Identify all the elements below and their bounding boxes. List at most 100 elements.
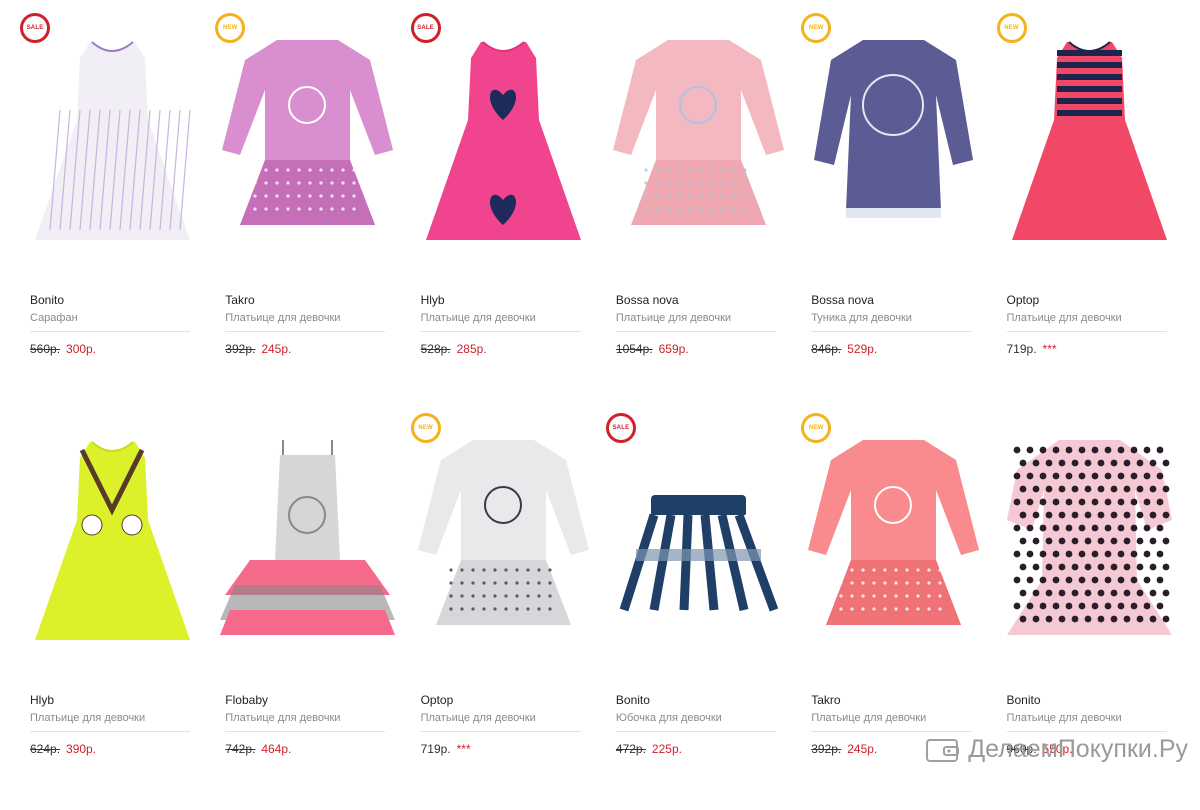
product-subtitle: Платьице для девочки bbox=[615, 311, 776, 332]
product-card[interactable]: Hlyb Платьице для девочки 624р. 390р. bbox=[20, 410, 205, 756]
product-image[interactable]: NEW bbox=[410, 410, 596, 675]
product-image[interactable] bbox=[215, 410, 400, 675]
price: 719р. bbox=[1006, 342, 1037, 356]
product-brand[interactable]: Hlyb bbox=[421, 293, 581, 307]
garment-illustration bbox=[814, 40, 974, 218]
sale-price: 659р. bbox=[658, 342, 689, 356]
old-price: 1054р. bbox=[615, 342, 653, 356]
product-image[interactable]: NEW bbox=[801, 410, 986, 675]
product-prices: 719р. *** bbox=[1007, 342, 1167, 356]
garment-illustration bbox=[612, 40, 784, 225]
product-info: Hlyb Платьице для девочки 528р. 285р. bbox=[420, 293, 581, 356]
product-image[interactable]: NEW bbox=[215, 10, 400, 275]
garment-illustration bbox=[1006, 440, 1172, 635]
new-badge: NEW bbox=[801, 13, 832, 43]
product-image[interactable]: SALE bbox=[20, 10, 205, 275]
product-info: Bossa nova Платьице для девочки 1054р. 659р… bbox=[615, 293, 776, 356]
product-prices: 392р. 245р. bbox=[225, 342, 385, 356]
price-stars: *** bbox=[1042, 342, 1057, 356]
product-subtitle: Платьице для девочки bbox=[225, 311, 386, 332]
product-prices: 528р. 285р. bbox=[421, 342, 581, 356]
new-badge: NEW bbox=[410, 413, 441, 443]
product-card[interactable]: Flobaby Платьице для девочки 742р. 464р. bbox=[215, 410, 400, 756]
garment-illustration bbox=[1011, 41, 1167, 240]
product-prices: 1054р. 659р. bbox=[616, 342, 776, 356]
product-info: Optop Платьице для девочки 719р. *** bbox=[1006, 293, 1167, 356]
new-badge: NEW bbox=[996, 13, 1027, 43]
product-image[interactable]: SALE bbox=[605, 410, 791, 675]
product-brand[interactable]: Bonito bbox=[1007, 693, 1167, 707]
product-prices: 560р. 300р. bbox=[30, 342, 190, 356]
sale-price: 245р. bbox=[847, 742, 878, 756]
old-price: 528р. bbox=[420, 342, 451, 356]
product-card[interactable]: Bonito Платьице для девочки 960р. 550р. bbox=[997, 410, 1182, 756]
sale-price: 300р. bbox=[66, 342, 97, 356]
product-prices: 742р. 464р. bbox=[225, 742, 385, 756]
product-row: SALE Bonito Сарафан 560р. 300р. NEW Takro Плать… bbox=[20, 10, 1195, 410]
product-brand[interactable]: Hlyb bbox=[30, 693, 190, 707]
product-subtitle: Платьице для девочки bbox=[811, 711, 972, 732]
sale-badge: SALE bbox=[20, 13, 50, 43]
product-info: Bonito Сарафан 560р. 300р. bbox=[30, 293, 190, 356]
product-info: Hlyb Платьице для девочки 624р. 390р. bbox=[30, 693, 190, 756]
product-brand[interactable]: Bonito bbox=[30, 293, 190, 307]
product-card[interactable]: SALE Bonito Сарафан 560р. 300р. bbox=[20, 10, 205, 356]
product-image[interactable] bbox=[997, 410, 1182, 675]
product-card[interactable]: NEW Bossa nova Туника для девочки 846р. 529р… bbox=[801, 10, 986, 356]
product-card[interactable]: SALE Hlyb Платьице для девочки 528р. 285р. bbox=[410, 10, 596, 356]
product-image[interactable]: NEW bbox=[801, 10, 986, 275]
product-brand[interactable]: Takro bbox=[225, 293, 385, 307]
product-image[interactable]: NEW bbox=[996, 10, 1182, 275]
product-brand[interactable]: Takro bbox=[811, 693, 971, 707]
product-info: Flobaby Платьице для девочки 742р. 464р. bbox=[225, 693, 386, 756]
garment-illustration bbox=[808, 440, 980, 625]
product-image[interactable]: SALE bbox=[410, 10, 596, 275]
old-price: 392р. bbox=[225, 342, 256, 356]
product-prices: 719р. *** bbox=[421, 742, 581, 756]
product-grid: SALE Bonito Сарафан 560р. 300р. NEW Takro Плать… bbox=[20, 10, 1195, 810]
garment-illustration bbox=[35, 41, 191, 240]
sale-badge: SALE bbox=[410, 13, 441, 43]
old-price: 392р. bbox=[811, 742, 842, 756]
product-card[interactable]: NEW Optop Платьице для девочки 719р. *** bbox=[410, 410, 596, 756]
product-image[interactable] bbox=[20, 410, 205, 675]
product-card[interactable]: NEW Takro Платьице для девочки 392р. 245р. bbox=[801, 410, 986, 756]
product-subtitle: Платьице для девочки bbox=[420, 311, 581, 332]
price-stars: *** bbox=[456, 742, 471, 756]
sale-price: 245р. bbox=[261, 342, 292, 356]
watermark-text: ДелаемПокупки.Ру bbox=[968, 735, 1188, 763]
product-card[interactable]: NEW Optop Платьице для девочки 719р. *** bbox=[996, 10, 1182, 356]
product-info: Optop Платьице для девочки 719р. *** bbox=[420, 693, 581, 756]
wallet-icon bbox=[926, 738, 960, 762]
old-price: 560р. bbox=[30, 342, 61, 356]
product-info: Takro Платьице для девочки 392р. 245р. bbox=[225, 293, 386, 356]
product-subtitle: Платьице для девочки bbox=[420, 711, 581, 732]
watermark: ДелаемПокупки.Ру bbox=[926, 735, 1188, 764]
product-brand[interactable]: Optop bbox=[1007, 293, 1167, 307]
old-price: 624р. bbox=[30, 742, 61, 756]
product-info: Bossa nova Туника для девочки 846р. 529р. bbox=[811, 293, 972, 356]
product-card[interactable]: Bossa nova Платьице для девочки 1054р. 659р… bbox=[606, 10, 791, 356]
product-image[interactable] bbox=[606, 10, 791, 275]
price: 719р. bbox=[420, 742, 451, 756]
product-brand[interactable]: Flobaby bbox=[225, 693, 385, 707]
new-badge: NEW bbox=[801, 413, 832, 443]
product-brand[interactable]: Optop bbox=[421, 693, 581, 707]
product-brand[interactable]: Bossa nova bbox=[811, 293, 971, 307]
sale-price: 225р. bbox=[651, 742, 682, 756]
product-card[interactable]: NEW Takro Платьице для девочки 392р. 245р. bbox=[215, 10, 400, 356]
product-subtitle: Сарафан bbox=[30, 311, 190, 332]
product-brand[interactable]: Bossa nova bbox=[616, 293, 776, 307]
old-price: 472р. bbox=[615, 742, 646, 756]
product-subtitle: Юбочка для девочки bbox=[615, 711, 776, 732]
product-prices: 472р. 225р. bbox=[616, 742, 776, 756]
product-info: Bonito Юбочка для девочки 472р. 225р. bbox=[615, 693, 776, 756]
garment-illustration bbox=[425, 41, 581, 240]
product-subtitle: Туника для девочки bbox=[811, 311, 972, 332]
garment-illustration bbox=[222, 40, 394, 225]
garment-illustration bbox=[220, 440, 396, 635]
old-price: 742р. bbox=[225, 742, 256, 756]
garment-illustration bbox=[417, 440, 589, 625]
product-brand[interactable]: Bonito bbox=[616, 693, 776, 707]
product-card[interactable]: SALE Bonito Юбочка для девочки 472р. 225р. bbox=[605, 410, 791, 756]
